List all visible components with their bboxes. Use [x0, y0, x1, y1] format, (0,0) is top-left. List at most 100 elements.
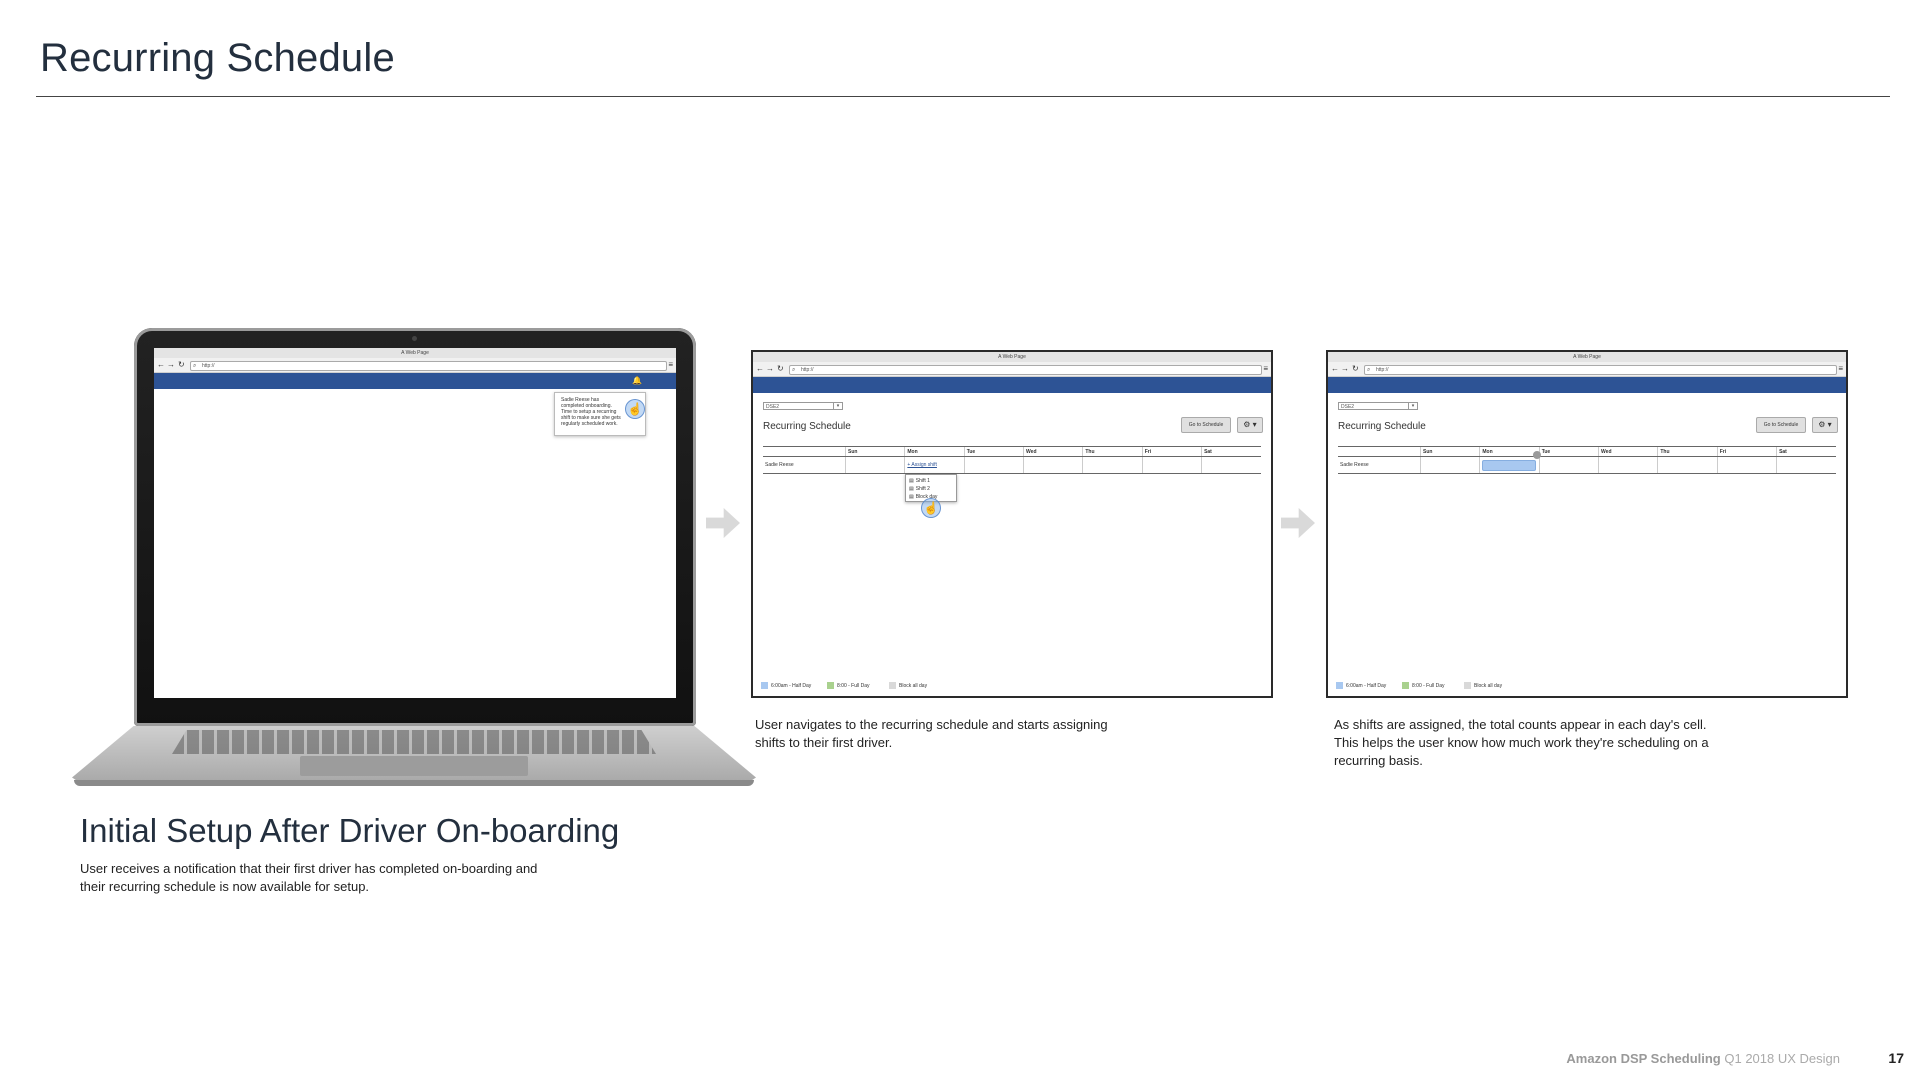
arrow-left-icon[interactable]: ← — [1331, 364, 1339, 373]
url-bar[interactable]: ⌕ http:// — [1364, 365, 1837, 375]
schedule-grid: Sun Mon Tue Wed Thu Fri Sat Sadie Reese … — [763, 446, 1261, 474]
window-title-bar: A Web Page — [1328, 352, 1846, 362]
section-subtitle: Initial Setup After Driver On-boarding — [80, 812, 620, 849]
mock-browser-3: A Web Page ← → ↻ ⌕ http:// ≡ DSE2 ▾ Recu… — [1326, 350, 1848, 698]
browser-nav-bar: ← → ↻ ⌕ http:// ≡ — [1328, 362, 1846, 377]
schedule-cell-thu[interactable] — [1082, 456, 1143, 474]
schedule-cell-fri[interactable] — [1141, 456, 1202, 474]
arrow-right-icon[interactable]: → — [766, 364, 774, 373]
legend-item-half-day: 6:00am - Half Day — [1336, 682, 1386, 690]
legend-label: Block all day — [1474, 682, 1503, 689]
app-header: 🔔 — [154, 373, 676, 389]
laptop-lip — [74, 780, 754, 786]
bell-icon[interactable]: 🔔 — [632, 376, 642, 385]
window-title-bar: A Web Page — [753, 352, 1271, 362]
assigned-shift-pill[interactable] — [1482, 459, 1537, 471]
column-header-sat: Sat — [1776, 446, 1836, 457]
calendar-icon: ▤ — [909, 494, 914, 500]
column-header-tue: Tue — [963, 446, 1024, 457]
legend-item-full-day: 8:00 - Full Day — [1402, 682, 1445, 690]
chevron-down-icon: ▾ — [1408, 403, 1417, 409]
laptop-base — [72, 726, 756, 790]
menu-item-label: Shift 2 — [915, 486, 930, 492]
browser-nav-bar: ← → ↻ ⌕ http:// ≡ — [753, 362, 1271, 377]
menu-item-shift-1[interactable]: ▤ Shift 1 — [909, 477, 953, 485]
assign-shift-link[interactable]: + Assign shift — [907, 462, 937, 468]
keyboard — [172, 730, 656, 754]
legend-swatch — [889, 682, 896, 689]
url-bar[interactable]: ⌕ http:// — [190, 361, 667, 371]
schedule-cell-sat[interactable] — [1776, 456, 1836, 474]
hamburger-icon[interactable]: ≡ — [1838, 364, 1843, 373]
legend-swatch — [1464, 682, 1471, 689]
legend-label: 6:00am - Half Day — [771, 682, 812, 689]
pointer-cursor-icon: ☝ — [921, 498, 941, 518]
settings-button[interactable]: ⚙ ▾ — [1237, 417, 1263, 433]
column-header-fri: Fri — [1716, 446, 1777, 457]
legend-item-block-day: Block all day — [1464, 682, 1502, 690]
hamburger-icon[interactable]: ≡ — [1263, 364, 1268, 373]
arrow-left-icon[interactable]: ← — [756, 364, 764, 373]
footer: Amazon DSP Scheduling Q1 2018 UX Design — [1566, 1051, 1840, 1066]
schedule-cell-sun[interactable] — [1419, 456, 1480, 474]
pointer-cursor-icon: ☝ — [625, 399, 645, 419]
calendar-icon: ▤ — [909, 478, 914, 484]
schedule-cell-sat[interactable] — [1201, 456, 1261, 474]
laptop-lid: A Web Page ← → ↻ ⌕ http:// ≡ 🔔 Sadie Ree… — [134, 328, 696, 726]
go-to-schedule-button[interactable]: Go to Schedule — [1756, 417, 1806, 433]
go-to-schedule-button[interactable]: Go to Schedule — [1181, 417, 1231, 433]
reload-icon[interactable]: ↻ — [178, 360, 185, 369]
driver-name: Sadie Reese — [763, 456, 846, 474]
arrow-right-icon[interactable]: → — [167, 360, 175, 369]
settings-button[interactable]: ⚙ ▾ — [1812, 417, 1838, 433]
legend-label: Block all day — [899, 682, 928, 689]
schedule-cell-tue[interactable] — [1538, 456, 1599, 474]
search-icon: ⌕ — [193, 363, 197, 369]
driver-name: Sadie Reese — [1338, 456, 1421, 474]
url-bar[interactable]: ⌕ http:// — [789, 365, 1262, 375]
app-header — [1328, 377, 1846, 393]
schedule-cell-tue[interactable] — [963, 456, 1024, 474]
step2-caption: User navigates to the recurring schedule… — [755, 717, 1108, 750]
station-select[interactable]: DSE2 ▾ — [1338, 402, 1418, 410]
column-header-thu: Thu — [1657, 446, 1718, 457]
legend-item-half-day: 6:00am - Half Day — [761, 682, 811, 690]
app-header — [753, 377, 1271, 393]
schedule-cell-sun[interactable] — [844, 456, 905, 474]
trackpad — [300, 756, 528, 776]
page-number: 17 — [1888, 1050, 1904, 1066]
hamburger-icon[interactable]: ≡ — [668, 360, 673, 369]
legend-item-full-day: 8:00 - Full Day — [827, 682, 870, 690]
footer-descriptor: Q1 2018 UX Design — [1724, 1051, 1840, 1066]
station-select[interactable]: DSE2 ▾ — [763, 402, 843, 410]
window-title-bar: A Web Page — [154, 348, 676, 358]
reload-icon[interactable]: ↻ — [777, 364, 784, 373]
section-caption: User receives a notification that their … — [80, 861, 538, 894]
schedule-cell-mon[interactable] — [1479, 456, 1540, 474]
footer-brand: Amazon DSP Scheduling — [1566, 1051, 1721, 1066]
schedule-cell-fri[interactable] — [1716, 456, 1777, 474]
column-header — [1338, 446, 1421, 457]
schedule-cell-wed[interactable] — [1598, 456, 1658, 474]
legend-label: 8:00 - Full Day — [1412, 682, 1445, 689]
url-text: http:// — [202, 363, 215, 369]
schedule-cell-mon[interactable]: + Assign shift — [904, 456, 965, 474]
title-divider — [36, 96, 1890, 97]
station-value: DSE2 — [766, 404, 780, 410]
search-icon: ⌕ — [792, 367, 796, 373]
menu-item-shift-2[interactable]: ▤ Shift 2 — [909, 485, 953, 493]
arrow-right-icon[interactable]: → — [1341, 364, 1349, 373]
schedule-cell-thu[interactable] — [1657, 456, 1718, 474]
schedule-grid: Sun Mon Tue Wed Thu Fri Sat Sadie Reese — [1338, 446, 1836, 474]
column-header-tue: Tue — [1538, 446, 1599, 457]
search-icon: ⌕ — [1367, 367, 1371, 373]
legend-label: 8:00 - Full Day — [837, 682, 870, 689]
column-header-thu: Thu — [1082, 446, 1143, 457]
next-step-arrow-icon — [1281, 508, 1315, 538]
schedule-cell-wed[interactable] — [1023, 456, 1083, 474]
column-header-fri: Fri — [1141, 446, 1202, 457]
legend-swatch — [1402, 682, 1409, 689]
reload-icon[interactable]: ↻ — [1352, 364, 1359, 373]
table-row: Sadie Reese + Assign shift — [763, 456, 1261, 474]
arrow-left-icon[interactable]: ← — [157, 360, 165, 369]
